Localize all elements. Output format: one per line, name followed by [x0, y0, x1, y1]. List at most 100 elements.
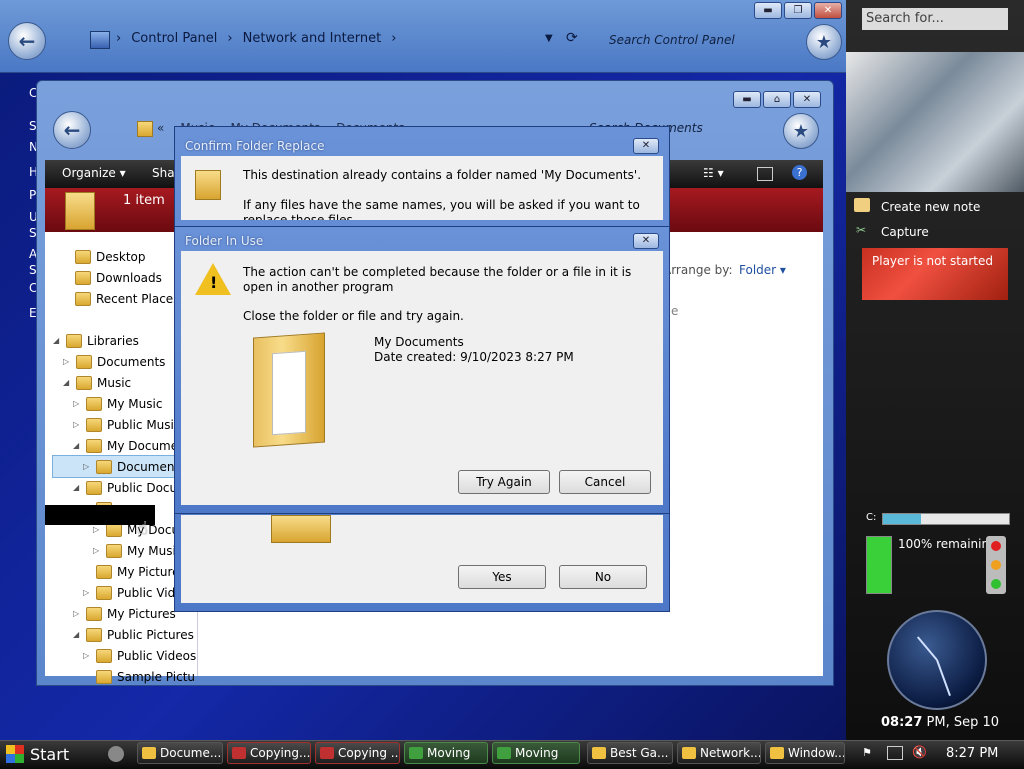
folder-icon — [76, 354, 92, 369]
cancel-button[interactable]: Cancel — [559, 470, 651, 494]
favorite-item[interactable]: Desktop — [75, 246, 179, 267]
drive-label: C: — [866, 512, 877, 523]
taskbar-button[interactable]: Copying ... — [315, 742, 400, 764]
tree-item[interactable]: ◢ Public Pictures — [53, 624, 196, 645]
share-button[interactable]: Sha — [152, 166, 175, 180]
task-icon — [497, 747, 511, 759]
crumb-control-panel[interactable]: Control Panel — [131, 31, 217, 46]
folder-icon — [86, 480, 102, 495]
crumb-sep: « — [157, 121, 165, 135]
expand-arrow-icon[interactable]: ▷ — [83, 588, 91, 597]
expand-arrow-icon[interactable]: ▷ — [83, 651, 91, 660]
organize-button[interactable]: Organize ▾ — [62, 166, 126, 180]
volume-muted-icon[interactable]: 🔇 — [912, 745, 927, 759]
close-button[interactable]: ✕ — [793, 91, 821, 108]
note-icon — [854, 198, 870, 212]
capture-link[interactable]: Capture — [881, 225, 929, 239]
taskbar-button[interactable]: Best Ga... — [587, 742, 673, 764]
warning-icon-mark: ! — [210, 273, 218, 292]
confirm-message-2: If any files have the same names, you wi… — [243, 198, 640, 220]
minimize-button[interactable]: ▬ — [754, 2, 782, 19]
expand-arrow-icon[interactable]: ▷ — [73, 399, 81, 408]
star-icon[interactable]: ★ — [783, 113, 819, 149]
taskbar-button[interactable]: Docume... — [137, 742, 223, 764]
close-button[interactable]: ✕ — [633, 233, 659, 249]
flag-icon[interactable]: ⚑ — [862, 746, 872, 759]
taskbar-button[interactable]: Copying... — [227, 742, 311, 764]
close-button[interactable]: ✕ — [633, 138, 659, 154]
try-again-button[interactable]: Try Again — [458, 470, 550, 494]
slideshow-gadget[interactable] — [846, 52, 1024, 192]
task-label: Moving — [427, 746, 471, 760]
history-dropdown-icon[interactable]: ▼ — [545, 33, 553, 44]
expand-arrow-icon[interactable]: ▷ — [73, 609, 81, 618]
folder-icon — [96, 669, 112, 684]
task-label: Copying... — [250, 746, 311, 760]
star-icon[interactable]: ★ — [806, 24, 842, 60]
taskbar-clock[interactable]: 8:27 PM — [946, 746, 998, 761]
help-icon[interactable]: ? — [792, 165, 807, 180]
folder-icon — [86, 438, 102, 453]
quick-launch-icon[interactable] — [108, 746, 124, 762]
tree-item-label: My Music — [107, 396, 163, 411]
taskbar-button[interactable]: Window... — [765, 742, 845, 764]
arrange-by-label: Arrange by: — [663, 263, 733, 277]
expand-arrow-icon[interactable]: ◢ — [53, 336, 61, 345]
start-button[interactable]: Start — [0, 741, 102, 767]
dialog-title: Confirm Folder Replace — [185, 139, 325, 153]
favorite-item[interactable]: Recent Places — [75, 288, 179, 309]
clock-suffix: PM, Sep 10 — [926, 715, 1000, 730]
create-note-link[interactable]: Create new note — [881, 200, 980, 214]
views-icon[interactable]: ☷ ▾ — [703, 166, 724, 180]
network-icon[interactable] — [887, 746, 903, 760]
expand-arrow-icon[interactable]: ◢ — [63, 378, 71, 387]
tree-item[interactable]: ▷ Public Videos — [53, 645, 196, 666]
sidebar-clock-readout: 08:27 PM, Sep 10 — [881, 715, 999, 730]
expand-arrow-icon[interactable]: ◢ — [73, 483, 81, 492]
crumb-network[interactable]: Network and Internet — [243, 31, 382, 46]
in-use-instruction: Close the folder or file and try again. — [243, 309, 464, 323]
sidebar-search-input[interactable]: Search for... — [862, 8, 1008, 30]
task-icon — [770, 747, 784, 759]
media-player-gadget[interactable]: Player is not started — [862, 248, 1008, 300]
drive-meter-fill — [883, 514, 921, 524]
expand-arrow-icon[interactable]: ▷ — [63, 357, 71, 366]
taskbar-button[interactable]: Network... — [677, 742, 761, 764]
favorite-item[interactable]: Downloads — [75, 267, 179, 288]
expand-arrow-icon[interactable]: ◢ — [73, 630, 81, 639]
tree-item[interactable]: Sample Pictu — [53, 666, 196, 687]
minimize-button[interactable]: ▬ — [733, 91, 761, 108]
start-label: Start — [30, 744, 70, 764]
close-button[interactable]: ✕ — [814, 2, 842, 19]
task-label: Best Ga... — [610, 746, 669, 760]
cp-search-input[interactable]: Search Control Panel — [609, 33, 735, 47]
expand-arrow-icon[interactable]: ▷ — [73, 420, 81, 429]
clock-gadget[interactable] — [887, 610, 987, 710]
in-use-message: The action can't be completed because th… — [243, 265, 632, 294]
expand-arrow-icon[interactable]: ▷ — [93, 525, 101, 534]
no-button[interactable]: No — [559, 565, 647, 589]
task-label: Docume... — [160, 746, 222, 760]
scissors-icon: ✂ — [856, 223, 867, 237]
back-button[interactable]: ← — [8, 22, 46, 60]
taskbar-button[interactable]: Moving — [492, 742, 580, 764]
task-icon — [592, 747, 606, 759]
in-use-body: ! The action can't be completed because … — [181, 251, 663, 505]
preview-pane-icon[interactable] — [757, 167, 773, 181]
maximize-button[interactable]: ⌂ — [763, 91, 791, 108]
player-status: Player is not started — [872, 254, 993, 268]
task-icon — [142, 747, 156, 759]
battery-meter-fill — [867, 537, 891, 593]
yes-button[interactable]: Yes — [458, 565, 546, 589]
arrange-by-dropdown[interactable]: Folder ▾ — [739, 263, 786, 277]
expand-arrow-icon[interactable]: ◢ — [73, 441, 81, 450]
item-count: 1 item — [123, 193, 165, 208]
maximize-button[interactable]: ❐ — [784, 2, 812, 19]
expand-arrow-icon[interactable]: ▷ — [93, 546, 101, 555]
back-button[interactable]: ← — [53, 111, 91, 149]
confirm-body-bottom: Yes No — [181, 515, 663, 603]
taskbar-button[interactable]: Moving — [404, 742, 488, 764]
expand-arrow-icon[interactable]: ▷ — [83, 462, 91, 471]
task-icon — [320, 747, 334, 759]
refresh-icon[interactable]: ⟳ — [566, 30, 578, 46]
